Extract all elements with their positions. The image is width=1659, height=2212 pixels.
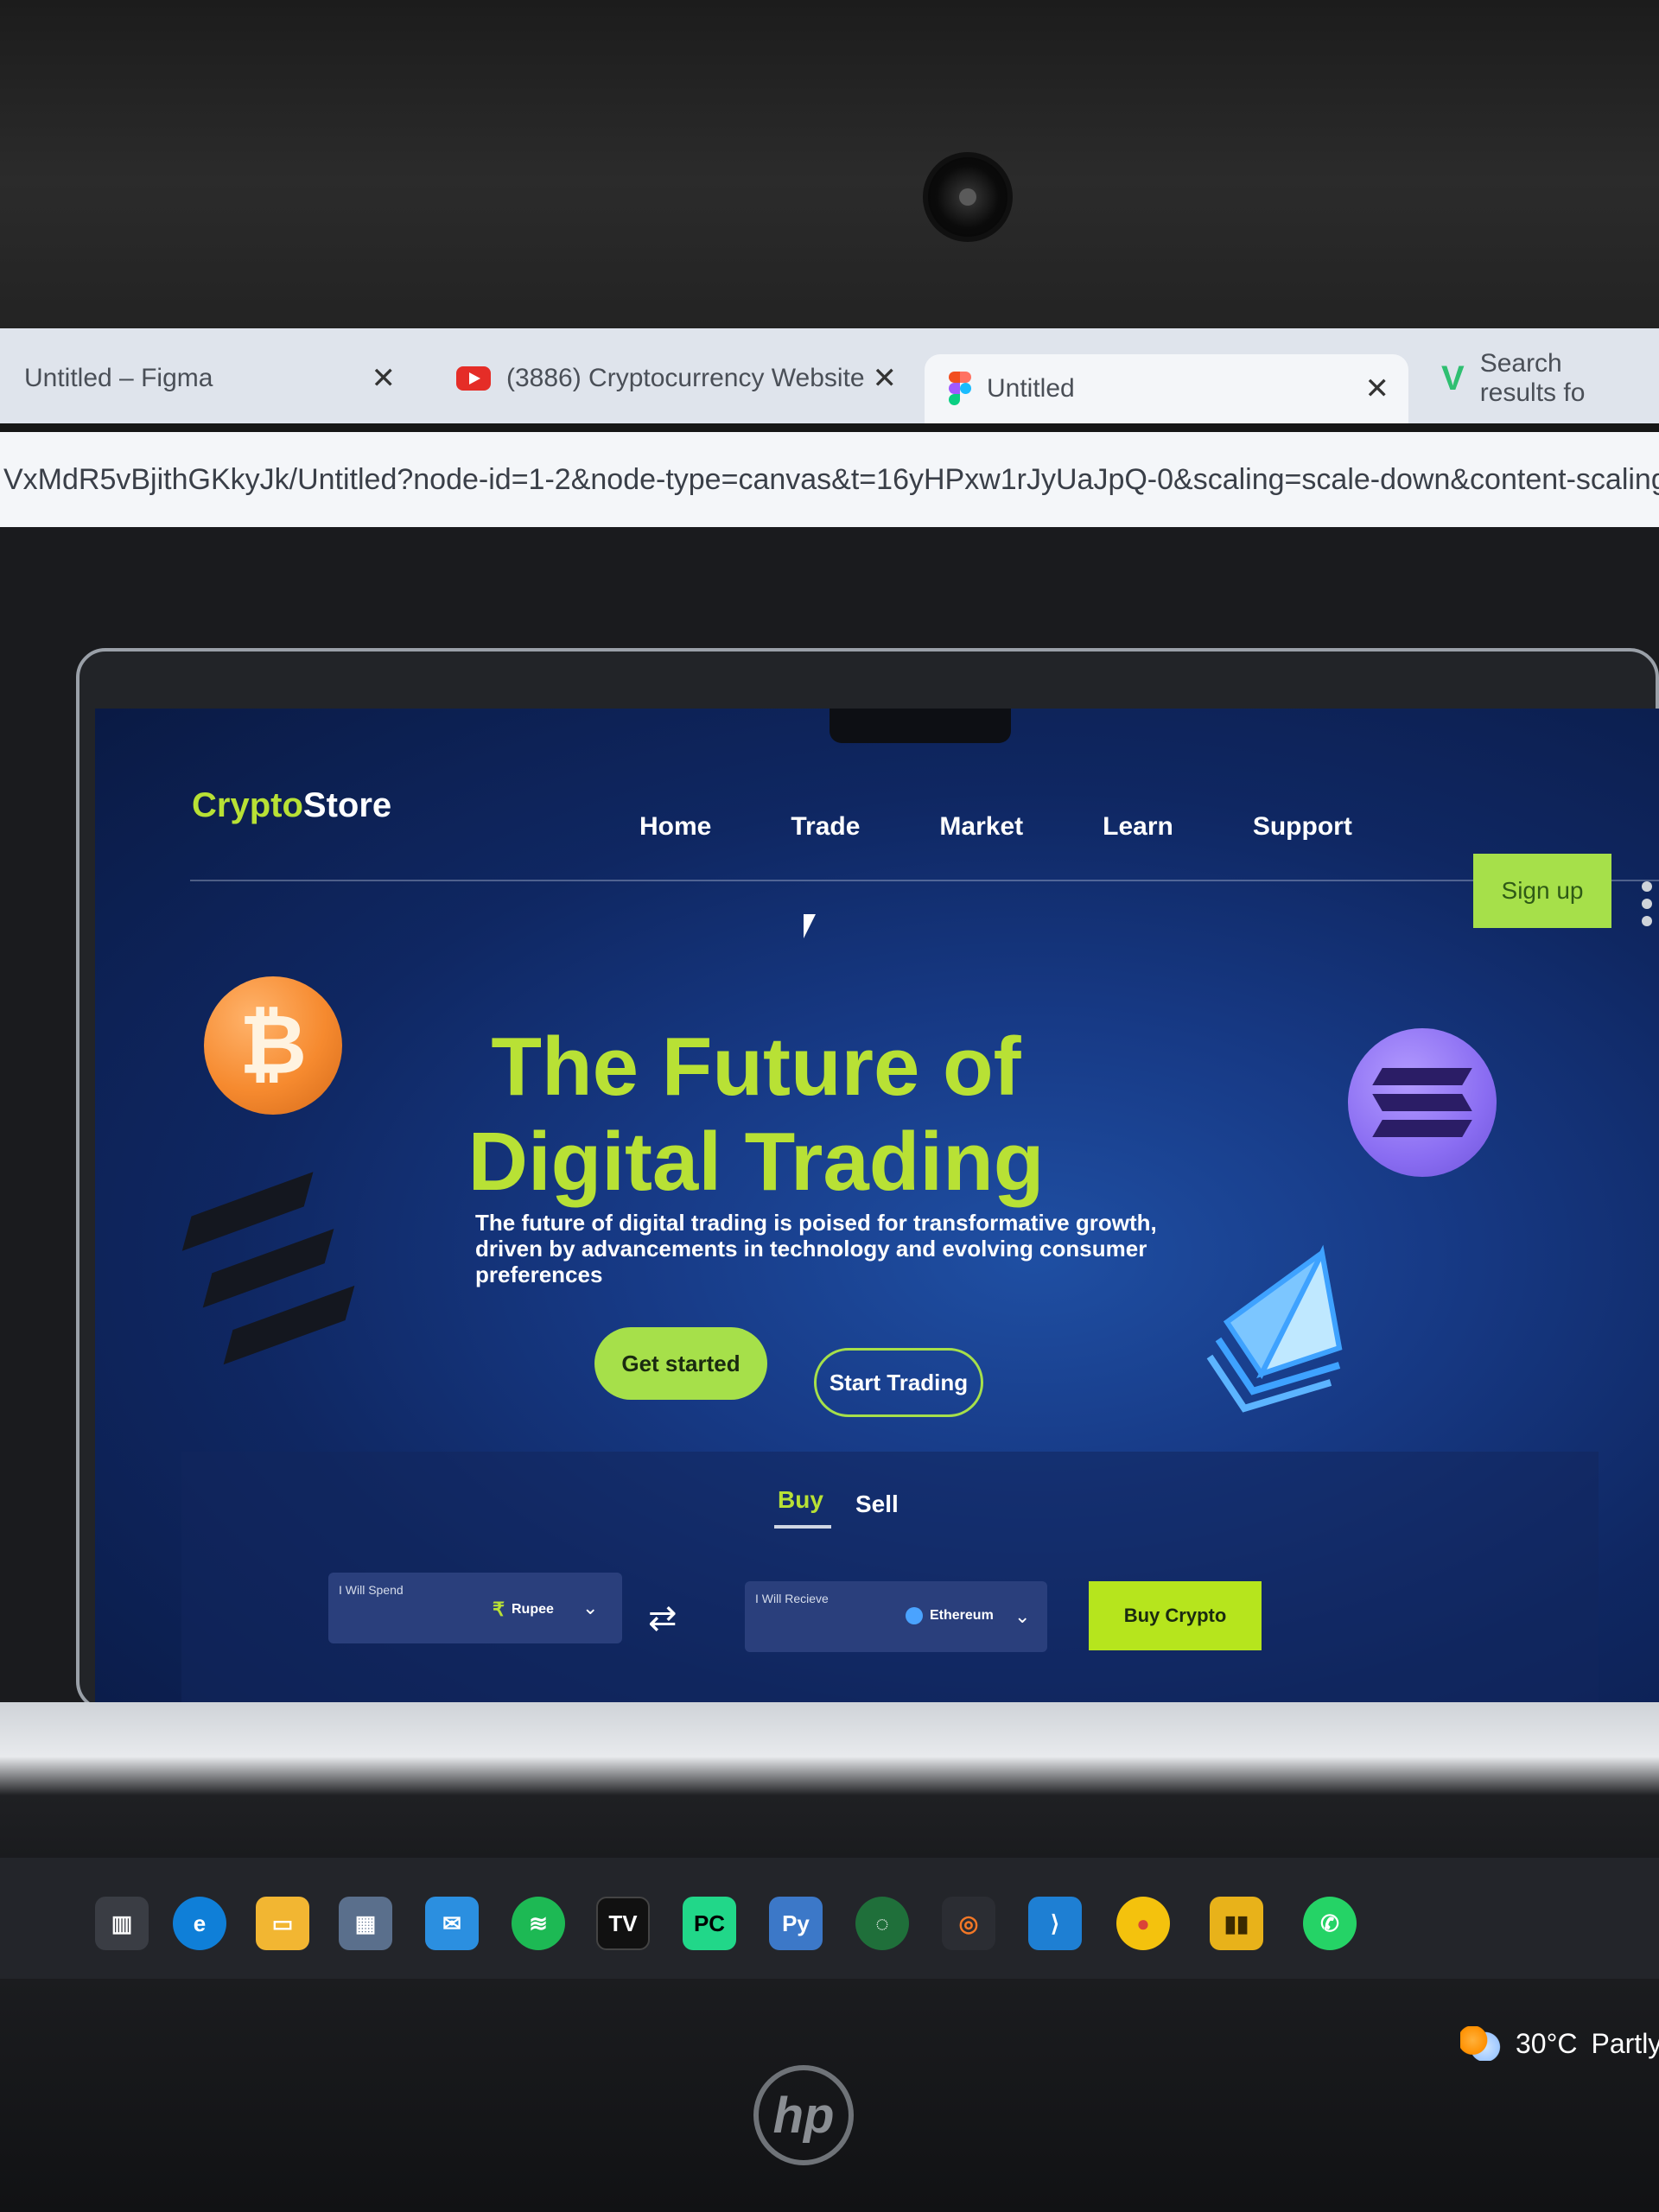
mockup-notch [830, 709, 1011, 743]
tab-sell[interactable]: Sell [855, 1491, 899, 1518]
address-bar[interactable]: VxMdR5vBjithGKkyJk/Untitled?node-id=1-2&… [0, 432, 1659, 527]
close-icon[interactable]: ✕ [1365, 372, 1390, 406]
receive-field[interactable]: I Will Recieve Ethereum ⌄ [745, 1581, 1047, 1652]
hp-logo: hp [753, 2065, 854, 2165]
spend-label: I Will Spend [339, 1583, 404, 1597]
whatsapp-icon[interactable]: ✆ [1303, 1897, 1357, 1950]
pycharm-icon[interactable]: PC [683, 1897, 736, 1950]
spotify-icon[interactable]: ≋ [512, 1897, 565, 1950]
windows-taskbar [0, 1858, 1659, 1979]
main-nav: Home Trade Market Learn Support [639, 812, 1352, 842]
tab-title: Untitled – Figma [24, 364, 213, 392]
search-engine-icon: V [1441, 359, 1465, 397]
browser-tab-bar: Untitled – Figma ✕ (3886) Cryptocurrency… [0, 328, 1659, 423]
signup-button[interactable]: Sign up [1473, 854, 1611, 928]
nav-market[interactable]: Market [939, 812, 1023, 842]
nav-trade[interactable]: Trade [791, 812, 860, 842]
vscode-icon[interactable]: ⟩ [1028, 1897, 1082, 1950]
edge-icon[interactable]: e [173, 1897, 226, 1950]
hero-subtitle: The future of digital trading is poised … [475, 1210, 1157, 1287]
weather-widget[interactable]: 30°C Partly [1460, 2026, 1659, 2061]
close-icon[interactable]: ✕ [372, 361, 397, 396]
receive-label: I Will Recieve [755, 1592, 829, 1605]
jupyter-icon[interactable]: ◎ [942, 1897, 995, 1950]
logo-part-store: Store [302, 786, 392, 824]
nav-divider [190, 880, 1659, 881]
youtube-icon [456, 366, 491, 391]
weather-text: Partly [1591, 2027, 1659, 2059]
weather-temp: 30°C [1516, 2027, 1578, 2059]
tab-title: Untitled [987, 374, 1075, 403]
mouse-cursor-icon [804, 914, 816, 938]
figma-bottom-area [0, 1702, 1659, 1858]
chrome-icon[interactable]: ● [1116, 1897, 1170, 1950]
tab-untitled-active[interactable]: Untitled ✕ [925, 354, 1408, 423]
mail-icon[interactable]: ✉ [425, 1897, 479, 1950]
weather-icon [1460, 2026, 1502, 2061]
rupee-icon: ₹ [493, 1599, 505, 1620]
figma-icon [949, 372, 971, 406]
nav-learn[interactable]: Learn [1103, 812, 1173, 842]
power-bi-icon[interactable]: ▮▮ [1210, 1897, 1263, 1950]
website-preview: CryptoStore Home Trade Market Learn Supp… [95, 709, 1659, 1702]
app-circle-icon[interactable]: ◌ [855, 1897, 909, 1950]
site-logo[interactable]: CryptoStore [192, 786, 391, 825]
url-text: VxMdR5vBjithGKkyJk/Untitled?node-id=1-2&… [3, 462, 1659, 496]
close-icon[interactable]: ✕ [873, 361, 898, 396]
logo-part-crypto: Crypto [192, 786, 303, 824]
task-view-icon[interactable]: ▥ [95, 1897, 149, 1950]
ethereum-icon [906, 1607, 923, 1624]
buy-crypto-button[interactable]: Buy Crypto [1089, 1581, 1262, 1650]
chevron-down-icon[interactable]: ⌄ [1014, 1605, 1030, 1628]
tab-buy[interactable]: Buy [778, 1486, 823, 1514]
receive-currency-select[interactable]: Ethereum [906, 1607, 994, 1624]
tab-figma-untitled[interactable]: Untitled – Figma ✕ [0, 344, 415, 413]
hero-title-line2: Digital Trading [467, 1116, 1045, 1208]
file-explorer-icon[interactable]: ▭ [256, 1897, 309, 1950]
tradingview-icon[interactable]: TV [596, 1897, 650, 1950]
swap-icon[interactable]: ⇄ [648, 1599, 677, 1638]
start-trading-button[interactable]: Start Trading [814, 1348, 983, 1417]
tab-title: (3886) Cryptocurrency Website [506, 364, 865, 392]
tab-youtube[interactable]: (3886) Cryptocurrency Website ✕ [432, 344, 916, 413]
spend-currency: Rupee [512, 1602, 554, 1617]
nav-support[interactable]: Support [1253, 812, 1352, 842]
tab-buy-underline [774, 1525, 831, 1529]
ethereum-decor-icon [1206, 1244, 1343, 1413]
hero-title-line1: The Future of [491, 1020, 1021, 1113]
webcam [923, 152, 1013, 242]
spend-currency-select[interactable]: ₹ Rupee [493, 1599, 554, 1621]
laptop-top-bezel [0, 0, 1659, 328]
get-started-button[interactable]: Get started [594, 1327, 767, 1400]
chevron-down-icon[interactable]: ⌄ [582, 1597, 598, 1619]
tab-search-results[interactable]: V Search results fo [1417, 344, 1659, 413]
hero-title: The Future of Digital Trading [95, 1020, 1417, 1210]
receive-currency: Ethereum [930, 1608, 994, 1623]
more-icon[interactable] [1642, 881, 1652, 926]
spend-field[interactable]: I Will Spend ₹ Rupee ⌄ [328, 1573, 622, 1643]
nav-home[interactable]: Home [639, 812, 711, 842]
tab-title: Search results fo [1479, 349, 1586, 407]
python-icon[interactable]: Py [769, 1897, 823, 1950]
store-icon[interactable]: ▦ [339, 1897, 392, 1950]
